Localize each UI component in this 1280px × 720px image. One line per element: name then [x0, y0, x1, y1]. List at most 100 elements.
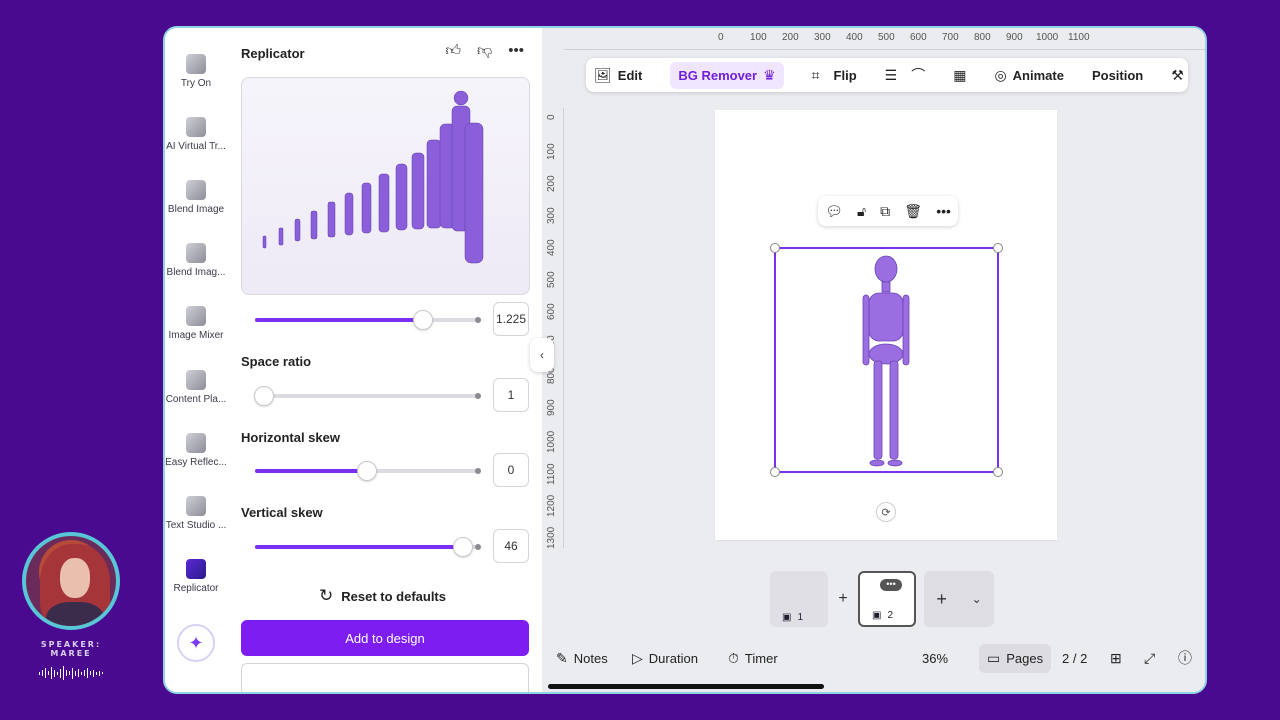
edit-image-icon: 🖼︎ [594, 66, 612, 83]
ruler-tick: 600 [546, 303, 557, 320]
insert-page-icon[interactable]: + [836, 590, 850, 608]
rail-item-blend-image[interactable]: Blend Image [165, 180, 227, 215]
speaker-avatar [22, 532, 120, 630]
rail-item-label: Blend Image [167, 204, 225, 215]
page-thumbnail-1[interactable]: ▣ 1 [770, 571, 828, 627]
reset-label: Reset to defaults [341, 588, 446, 604]
rail-item-ai-virtual-try[interactable]: AI Virtual Tr... [165, 117, 227, 152]
space-ratio-label: Space ratio [241, 354, 312, 369]
copy-style-button[interactable]: ⚒ [1171, 67, 1184, 84]
thumbs-down-icon[interactable]: 👎︎ [477, 42, 492, 60]
more-icon[interactable]: ••• [936, 203, 951, 219]
rail-item-try-on[interactable]: Try On [165, 54, 227, 89]
edit-button[interactable]: 🖼︎ Edit [594, 67, 642, 84]
add-to-design-button[interactable]: Add to design [241, 620, 529, 656]
rail-item-content-planner[interactable]: Content Pla... [165, 370, 227, 405]
magic-sparkle-button[interactable]: ✦ [177, 624, 215, 662]
position-button[interactable]: Position [1092, 68, 1143, 83]
replicator-preview-image [241, 77, 530, 295]
selected-skeleton-image[interactable] [770, 243, 1003, 477]
crop-icon: ⌗ [811, 66, 820, 83]
rail-item-replicator[interactable]: Replicator [165, 559, 227, 594]
vertical-skew-field[interactable]: 46 [493, 529, 529, 563]
space-ratio-field[interactable]: 1 [493, 378, 529, 412]
editor-canvas-area: 0 100 200 300 400 500 600 700 800 900 10… [542, 28, 1205, 692]
play-icon: ▷ [632, 649, 643, 666]
animate-button[interactable]: ◎ Animate [994, 67, 1064, 84]
duplicate-icon[interactable]: ⧉ [880, 203, 890, 220]
virtual-try-icon [186, 117, 206, 137]
content-planner-icon [186, 370, 206, 390]
ruler-tick: 1200 [546, 494, 557, 517]
rail-item-image-mixer[interactable]: Image Mixer [165, 306, 227, 341]
delete-icon[interactable]: 🗑︎ [904, 203, 922, 220]
pages-label: Pages [1006, 650, 1044, 666]
page-thumbnail-2[interactable]: ••• ▣ 2 [858, 571, 916, 627]
resize-handle[interactable] [993, 467, 1003, 477]
home-indicator [548, 684, 824, 689]
resize-handle[interactable] [993, 243, 1003, 253]
vertical-skew-slider[interactable] [255, 537, 481, 557]
horizontal-skew-label: Horizontal skew [241, 430, 340, 445]
skeleton-illustration [862, 255, 910, 467]
rail-item-label: Try On [180, 78, 212, 89]
crop-button[interactable]: ⌗ [812, 67, 820, 84]
page-number: ▣ 1 [782, 612, 803, 623]
timer-button[interactable]: ⏱︎ Timer [728, 650, 778, 667]
reset-defaults-button[interactable]: ↻ Reset to defaults [319, 586, 446, 606]
animate-icon: ◎ [994, 66, 1007, 83]
page-more-icon[interactable]: ••• [880, 579, 902, 591]
ruler-tick: 400 [546, 239, 557, 256]
speaker-label: SPEAKER: MAREE [40, 640, 102, 658]
ruler-tick: 900 [1006, 32, 1023, 43]
fullscreen-icon[interactable]: ⤢ [1144, 650, 1155, 667]
notes-button[interactable]: ✎ Notes [556, 650, 608, 667]
thumbs-up-icon[interactable]: 👍︎ [445, 42, 461, 60]
slider-knob[interactable] [453, 537, 474, 557]
skeleton-array-illustration [262, 90, 484, 264]
horizontal-skew-field[interactable]: 0 [493, 453, 529, 487]
notes-icon: ✎ [556, 649, 568, 666]
plus-icon: + [936, 588, 947, 609]
more-options-icon[interactable]: ••• [508, 42, 524, 60]
rotate-handle[interactable]: ⟳ [876, 502, 896, 522]
rail-item-text-studio[interactable]: Text Studio ... [165, 496, 227, 531]
rail-item-easy-reflections[interactable]: Easy Reflec... [165, 433, 227, 468]
rail-item-blend-image-2[interactable]: Blend Imag... [165, 243, 227, 278]
ruler-tick: 300 [546, 207, 557, 224]
secondary-button[interactable] [241, 663, 529, 692]
corner-curve-icon: ⌒ [911, 67, 926, 83]
resize-handle[interactable] [770, 243, 780, 253]
pages-view-button[interactable]: ▭ Pages [979, 643, 1052, 673]
space-ratio-slider[interactable] [253, 386, 481, 406]
ruler-tick: 300 [814, 32, 831, 43]
ruler-tick: 200 [546, 175, 557, 192]
collapse-panel-button[interactable]: ‹ [530, 338, 554, 372]
slider-knob[interactable] [357, 461, 377, 481]
ruler-tick: 0 [718, 32, 724, 43]
help-icon[interactable]: ⓘ [1178, 648, 1192, 668]
scale-slider[interactable] [255, 310, 481, 330]
border-style-button[interactable]: ☰ [885, 67, 898, 84]
resize-handle[interactable] [770, 467, 780, 477]
horizontal-skew-slider[interactable] [255, 461, 481, 481]
chevron-down-icon[interactable]: ⌄ [972, 592, 982, 606]
zoom-level[interactable]: 36% [922, 651, 948, 666]
ruler-tick: 1300 [546, 526, 557, 549]
bg-remover-button[interactable]: BG Remover ♛ [670, 61, 784, 89]
rail-item-label: AI Virtual Tr... [166, 141, 226, 152]
timer-icon: ⏱︎ [728, 649, 739, 666]
ruler-tick: 900 [546, 399, 557, 416]
slider-knob[interactable] [413, 310, 433, 330]
flip-button[interactable]: Flip [834, 68, 857, 83]
add-page-button[interactable]: + ⌄ [924, 571, 994, 627]
duration-button[interactable]: ▷ Duration [632, 650, 698, 667]
comment-icon[interactable]: 💬︎ [825, 203, 843, 220]
lock-icon[interactable]: 🔓︎ [857, 203, 866, 220]
corner-rounding-button[interactable]: ⌒ [911, 65, 925, 85]
grid-view-icon[interactable]: ⊞ [1110, 650, 1122, 667]
apps-rail: Try On AI Virtual Tr... Blend Image Blen… [165, 28, 227, 692]
transparency-button[interactable]: ▦ [953, 67, 966, 84]
slider-knob[interactable] [253, 386, 274, 406]
scale-value-field[interactable]: 1.225 [493, 302, 529, 336]
